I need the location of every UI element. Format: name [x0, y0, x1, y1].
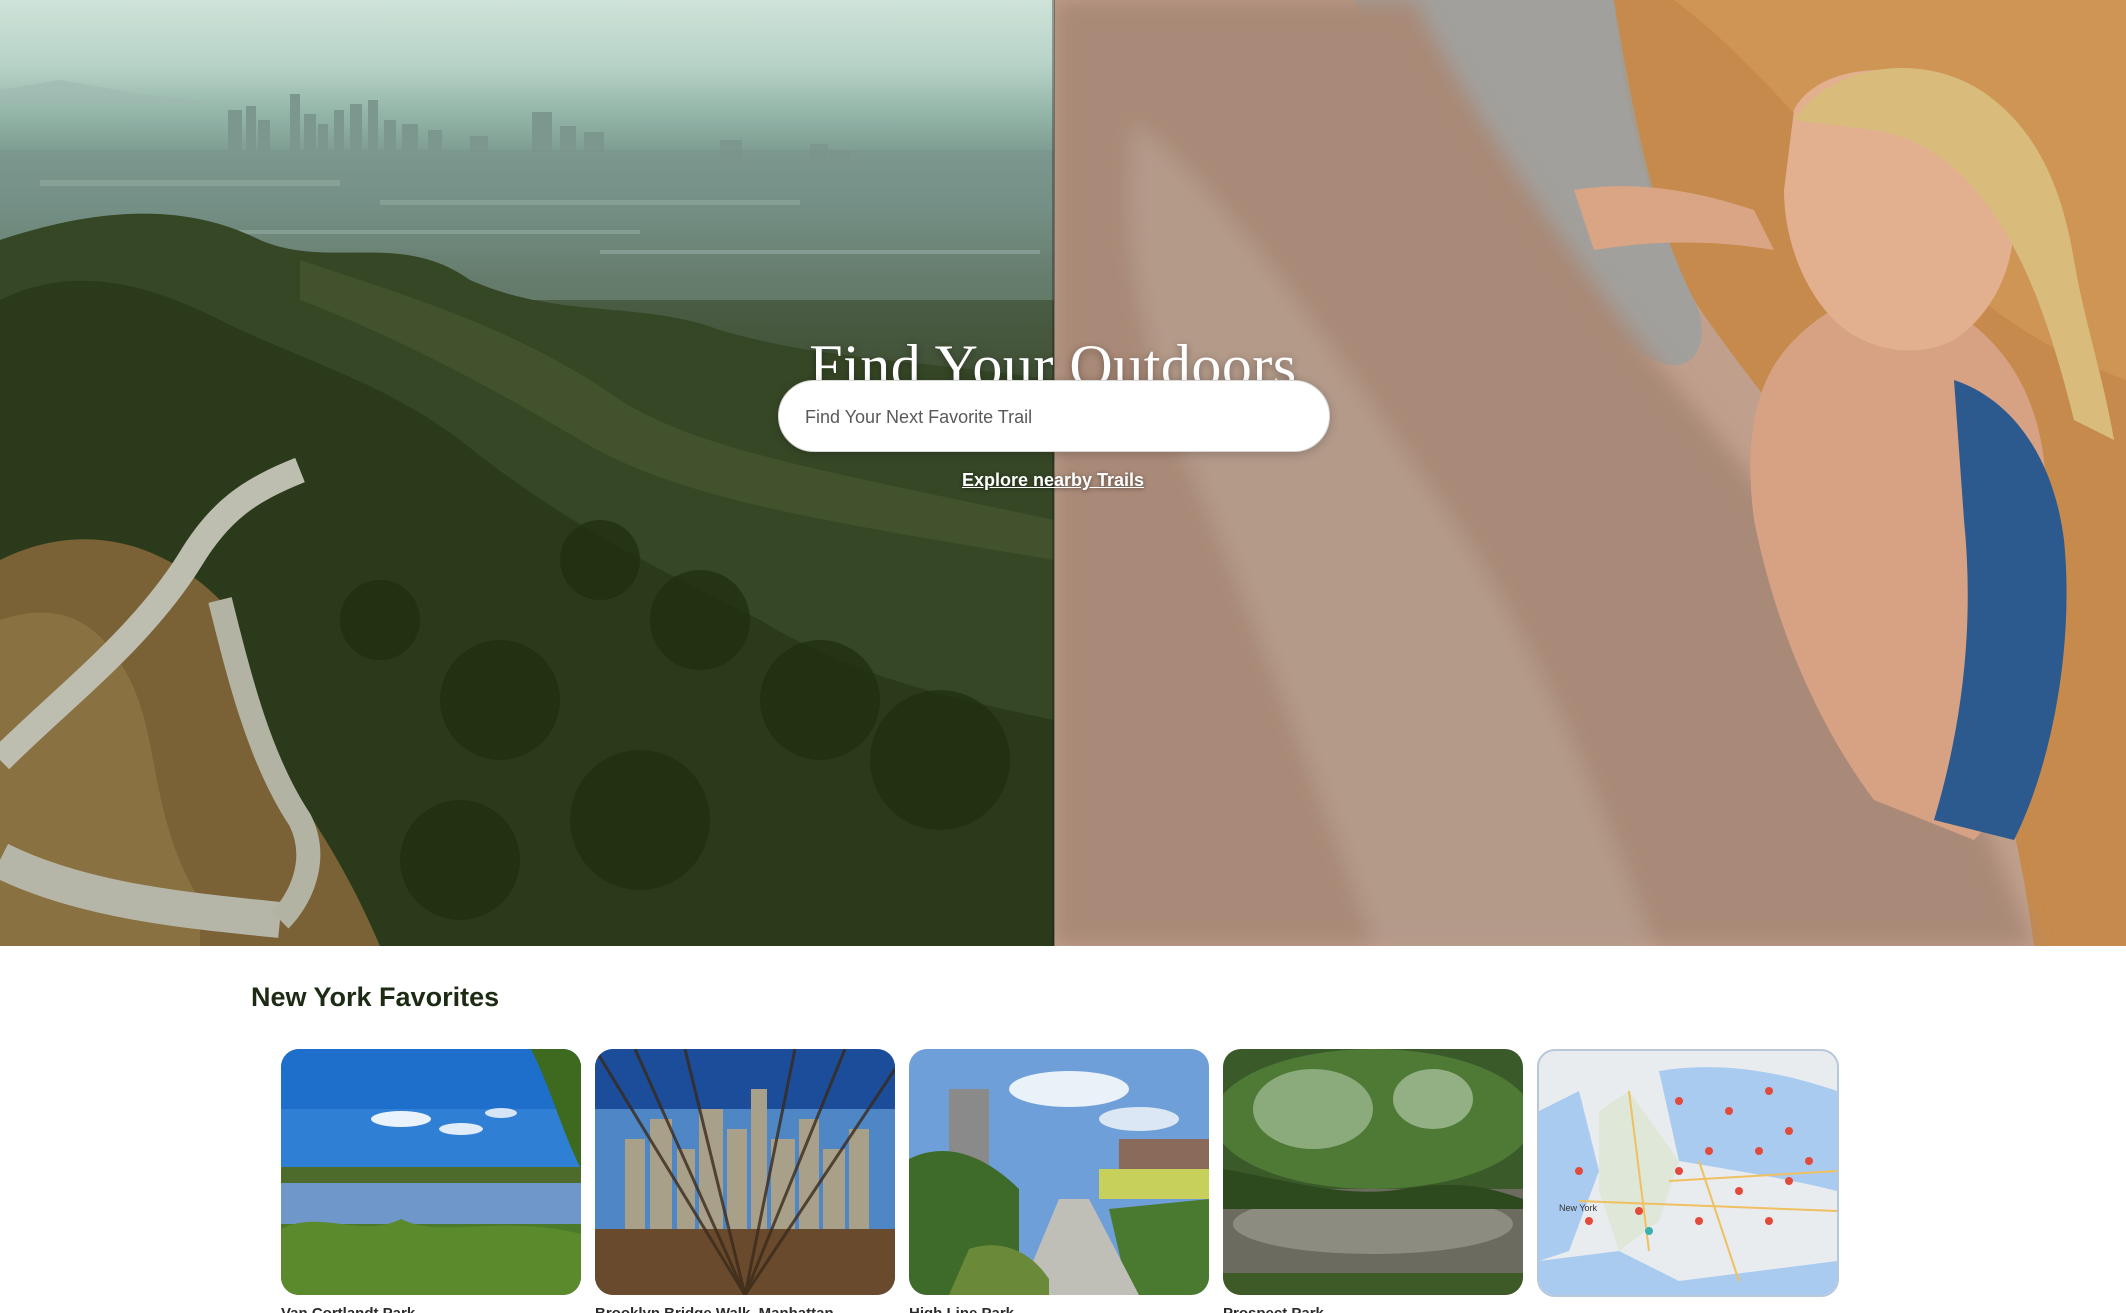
card-thumbnail-map: New York: [1537, 1049, 1839, 1297]
card-label: High Line Park: [909, 1305, 1209, 1313]
card-label: Van Cortlandt Park: [281, 1305, 581, 1313]
favorite-card-map[interactable]: New York: [1537, 1049, 1839, 1313]
card-thumbnail-pond: [1223, 1049, 1523, 1295]
favorites-card-list: Van Cortlandt Park: [281, 1049, 1841, 1313]
favorite-card-prospect-park[interactable]: Prospect Park: [1223, 1049, 1523, 1313]
trail-search-box[interactable]: [778, 380, 1330, 453]
card-label: Brooklyn Bridge Walk, Manhattan: [595, 1305, 895, 1313]
page: Find Your Outdoors Explore nearby Trails…: [0, 0, 2126, 1313]
trail-search-input[interactable]: [803, 381, 1307, 453]
favorites-section-title: New York Favorites: [251, 982, 500, 1012]
card-thumbnail-bridge: [595, 1049, 895, 1295]
card-thumbnail-lake: [281, 1049, 581, 1295]
card-label: Prospect Park: [1223, 1305, 1523, 1313]
map-city-label: New York: [1559, 1203, 1598, 1213]
favorite-card-brooklyn-bridge[interactable]: Brooklyn Bridge Walk, Manhattan: [595, 1049, 895, 1313]
explore-nearby-trails-link[interactable]: Explore nearby Trails: [0, 470, 2106, 491]
favorite-card-high-line[interactable]: High Line Park: [909, 1049, 1209, 1313]
hero-banner: Find Your Outdoors Explore nearby Trails: [0, 0, 2126, 946]
card-thumbnail-park-walkway: [909, 1049, 1209, 1295]
favorite-card-van-cortlandt[interactable]: Van Cortlandt Park: [281, 1049, 581, 1313]
